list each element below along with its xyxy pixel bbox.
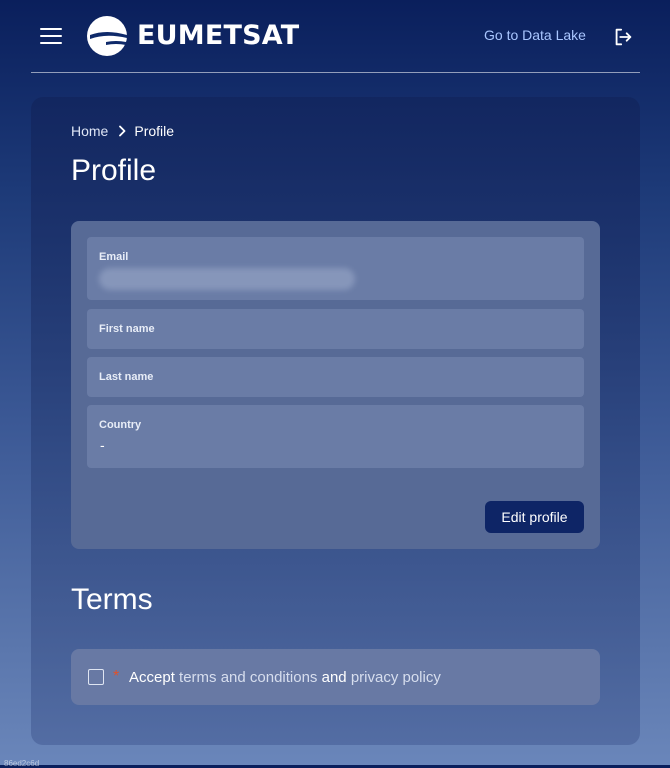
email-field[interactable]: Email xyxy=(87,237,584,300)
first-name-label: First name xyxy=(99,323,155,335)
breadcrumb-current: Profile xyxy=(134,123,175,139)
go-to-data-lake-link[interactable]: Go to Data Lake xyxy=(484,27,586,43)
privacy-policy-link[interactable]: privacy policy xyxy=(351,669,441,686)
eumetsat-logo[interactable]: EUMETSAT xyxy=(86,15,299,57)
eumetsat-logo-icon xyxy=(87,16,127,56)
accept-label: Accept xyxy=(129,669,175,686)
last-name-field[interactable]: Last name xyxy=(87,357,584,397)
country-label: Country xyxy=(99,419,142,431)
page-title: Profile xyxy=(71,154,157,187)
email-label: Email xyxy=(99,251,129,263)
email-value-redacted xyxy=(99,268,355,290)
required-indicator: * xyxy=(113,668,120,685)
header-divider xyxy=(31,72,640,73)
logo-text: EUMETSAT xyxy=(137,20,300,51)
edit-profile-button[interactable]: Edit profile xyxy=(485,501,584,533)
breadcrumb: Home Profile xyxy=(71,123,174,139)
terms-and-conditions-link[interactable]: terms and conditions xyxy=(179,669,317,686)
build-hash: 86ed2c6d xyxy=(4,759,40,768)
and-label: and xyxy=(321,669,347,686)
terms-heading: Terms xyxy=(71,583,153,616)
terms-text: Accept terms and conditions and privacy … xyxy=(129,669,441,686)
breadcrumb-home-link[interactable]: Home xyxy=(71,123,108,139)
first-name-field[interactable]: First name xyxy=(87,309,584,349)
top-bar: EUMETSAT Go to Data Lake xyxy=(0,0,670,72)
country-value: - xyxy=(100,437,105,453)
country-field[interactable]: Country - xyxy=(87,405,584,468)
logout-icon[interactable] xyxy=(612,26,634,48)
last-name-label: Last name xyxy=(99,371,154,383)
hamburger-menu-icon[interactable] xyxy=(37,24,65,48)
accept-terms-checkbox[interactable] xyxy=(88,669,104,685)
chevron-right-icon xyxy=(119,125,126,137)
